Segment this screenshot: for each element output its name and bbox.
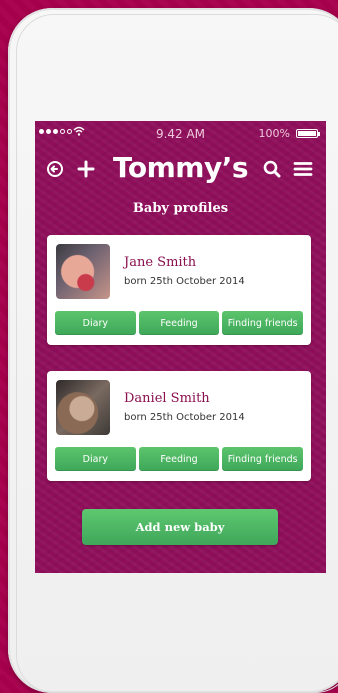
battery-percentage: 100% (258, 127, 290, 140)
status-bar: 9.42 AM 100% (35, 121, 326, 145)
baby-actions: Diary Feeding Finding friends (55, 311, 304, 335)
feeding-button[interactable]: Feeding (138, 447, 220, 471)
diary-button[interactable]: Diary (55, 447, 136, 471)
baby-name[interactable]: Daniel Smith (124, 391, 210, 406)
diary-button[interactable]: Diary (55, 311, 136, 335)
baby-photo (56, 244, 110, 299)
search-icon[interactable] (260, 155, 284, 183)
page-title: Baby profiles (132, 201, 229, 216)
baby-birth-date: born 25th October 2014 (124, 276, 245, 287)
feeding-button[interactable]: Feeding (138, 311, 220, 335)
app-screen: 9.42 AM 100% Tommy’s Baby profiles Jane … (35, 121, 326, 573)
battery-icon (296, 129, 320, 138)
add-new-baby-button[interactable]: Add new baby (82, 509, 278, 545)
nav-bar: Tommy’s (35, 149, 326, 189)
baby-card: Daniel Smith born 25th October 2014 Diar… (47, 371, 311, 481)
baby-name[interactable]: Jane Smith (124, 255, 196, 270)
baby-photo (56, 380, 110, 435)
baby-actions: Diary Feeding Finding friends (55, 447, 304, 471)
baby-birth-date: born 25th October 2014 (124, 412, 245, 423)
menu-icon[interactable] (291, 155, 315, 183)
finding-friends-button[interactable]: Finding friends (222, 447, 304, 471)
baby-card: Jane Smith born 25th October 2014 Diary … (47, 235, 311, 345)
finding-friends-button[interactable]: Finding friends (222, 311, 304, 335)
